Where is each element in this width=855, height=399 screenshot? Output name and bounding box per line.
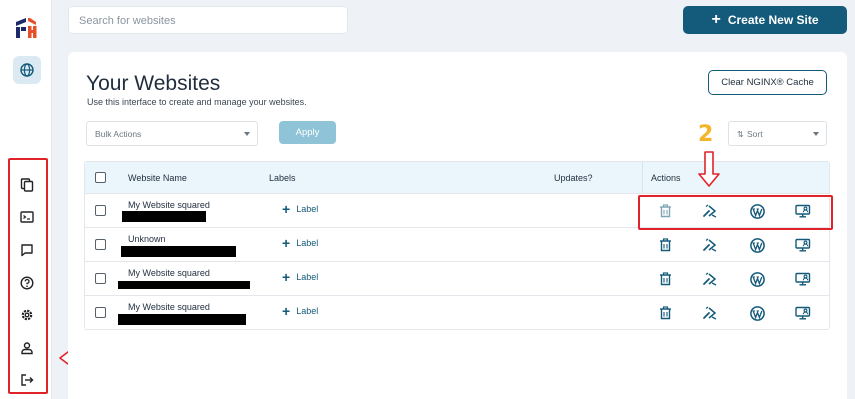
website-name[interactable]: My Website squared <box>128 302 210 312</box>
add-label-button[interactable]: + Label <box>282 268 319 285</box>
create-new-site-label: Create New Site <box>727 13 819 27</box>
row-checkbox[interactable] <box>95 307 106 318</box>
add-label-text: Label <box>296 272 319 282</box>
add-label-text: Label <box>296 238 319 248</box>
column-divider <box>642 162 643 193</box>
sort-icon: ⇅ <box>737 130 744 139</box>
column-website-name: Website Name <box>128 173 187 183</box>
row-checkbox[interactable] <box>95 273 106 284</box>
add-label-button[interactable]: + Label <box>282 302 319 319</box>
chevron-down-icon <box>813 132 819 136</box>
table-row: Unknown + Label <box>85 227 829 261</box>
bulk-actions-select[interactable]: Bulk Actions <box>86 121 258 146</box>
column-labels: Labels <box>269 173 296 183</box>
website-name[interactable]: My Website squared <box>128 268 210 278</box>
sort-select[interactable]: ⇅ Sort <box>728 121 827 146</box>
website-name[interactable]: Unknown <box>128 234 166 244</box>
bulk-actions-value: Bulk Actions <box>95 129 142 139</box>
plus-icon: + <box>282 200 291 217</box>
annotation-box-sidebar <box>8 158 48 394</box>
monitor-user-icon[interactable] <box>795 237 811 253</box>
plus-icon: + <box>282 268 291 285</box>
sort-value: Sort <box>747 129 763 139</box>
chevron-down-icon <box>244 132 250 136</box>
plus-icon: + <box>711 11 721 28</box>
table-row: My Website squared + Label <box>85 261 829 295</box>
annotation-arrow-down-icon <box>698 151 720 187</box>
redaction-bar <box>121 246 236 257</box>
redaction-bar <box>118 281 250 289</box>
search-input[interactable]: Search for websites <box>68 6 348 34</box>
redaction-bar <box>118 314 246 325</box>
tools-icon[interactable] <box>702 271 718 287</box>
monitor-user-icon[interactable] <box>795 305 811 321</box>
row-checkbox[interactable] <box>95 205 106 216</box>
column-actions: Actions <box>651 173 681 183</box>
tools-icon[interactable] <box>702 305 718 321</box>
annotation-box-actions <box>638 195 833 230</box>
apply-button[interactable]: Apply <box>279 121 336 144</box>
annotation-number-2: 2 <box>698 122 714 147</box>
delete-icon[interactable] <box>657 305 673 321</box>
clear-nginx-cache-button[interactable]: Clear NGINX® Cache <box>708 70 827 95</box>
globe-icon <box>20 63 34 77</box>
create-new-site-button[interactable]: + Create New Site <box>683 6 847 34</box>
tools-icon[interactable] <box>702 237 718 253</box>
wordpress-icon[interactable] <box>749 305 765 321</box>
table-row: My Website squared + Label <box>85 295 829 329</box>
logo[interactable] <box>14 16 40 40</box>
column-updates: Updates? <box>554 173 593 183</box>
delete-icon[interactable] <box>657 237 673 253</box>
page-subtitle: Use this interface to create and manage … <box>87 97 307 107</box>
add-label-button[interactable]: + Label <box>282 234 319 251</box>
delete-icon[interactable] <box>657 271 673 287</box>
select-all-checkbox[interactable] <box>95 172 106 183</box>
redaction-bar <box>122 211 206 222</box>
page-title: Your Websites <box>86 72 221 95</box>
website-name[interactable]: My Website squared <box>128 200 210 210</box>
plus-icon: + <box>282 234 291 251</box>
websites-nav-button[interactable] <box>13 56 41 84</box>
wordpress-icon[interactable] <box>749 237 765 253</box>
wordpress-icon[interactable] <box>749 271 765 287</box>
plus-icon: + <box>282 302 291 319</box>
add-label-button[interactable]: + Label <box>282 200 319 217</box>
monitor-user-icon[interactable] <box>795 271 811 287</box>
add-label-text: Label <box>296 306 319 316</box>
add-label-text: Label <box>296 204 319 214</box>
row-checkbox[interactable] <box>95 239 106 250</box>
